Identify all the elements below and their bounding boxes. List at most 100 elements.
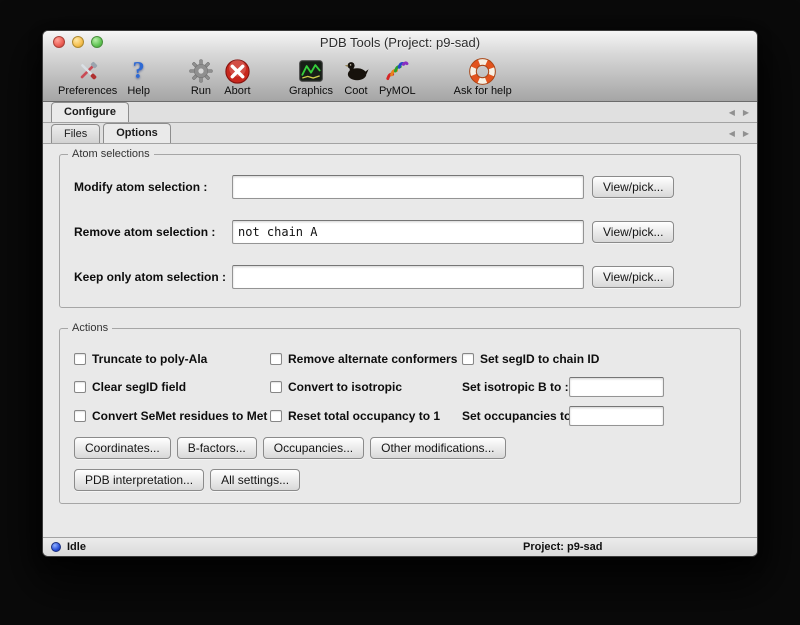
toolbar-button-help[interactable]: ? Help (122, 57, 155, 98)
tab-scroll-right-icon[interactable]: ▶ (743, 109, 749, 117)
b-factors-button[interactable]: B-factors... (177, 437, 257, 459)
tab-configure[interactable]: Configure (51, 102, 129, 122)
pdb-interpretation-button[interactable]: PDB interpretation... (74, 469, 204, 491)
checkbox-convert-semet-residues-to-met[interactable]: Convert SeMet residues to Met (74, 406, 270, 426)
pymol-ribbon-icon (384, 57, 410, 85)
checkbox-label: Clear segID field (92, 380, 186, 394)
atom-selections-group-title: Atom selections (68, 148, 154, 160)
tab-scroll-controls: ◀ ▶ (729, 109, 749, 122)
atom-selections-group: Atom selections Modify atom selection : … (59, 154, 741, 308)
keep-only-atom-selection-input[interactable] (232, 265, 584, 289)
actions-buttons-row-1: Coordinates... B-factors... Occupancies.… (74, 437, 726, 459)
actions-group-title: Actions (68, 322, 112, 334)
checkbox-box[interactable] (74, 410, 86, 422)
status-text: Idle (67, 541, 86, 553)
keep-only-atom-selection-label: Keep only atom selection : (74, 270, 232, 284)
toolbar-button-pymol[interactable]: PyMOL (374, 57, 421, 98)
project-label: Project: p9-sad (523, 541, 602, 553)
life-ring-icon (469, 57, 496, 85)
checkbox-label: Reset total occupancy to 1 (288, 409, 440, 423)
checkbox-label: Convert SeMet residues to Met (92, 409, 267, 423)
all-settings-button[interactable]: All settings... (210, 469, 300, 491)
secondary-tab-bar: Files Options ◀ ▶ (43, 123, 757, 144)
minimize-button[interactable] (72, 36, 84, 48)
title-bar[interactable]: PDB Tools (Project: p9-sad) (43, 31, 757, 53)
checkbox-box[interactable] (74, 353, 86, 365)
coordinates-button[interactable]: Coordinates... (74, 437, 171, 459)
checkbox-box[interactable] (74, 381, 86, 393)
toolbar-button-preferences[interactable]: Preferences (53, 57, 122, 98)
other-modifications-button[interactable]: Other modifications... (370, 437, 505, 459)
toolbar-button-run[interactable]: Run (183, 57, 219, 98)
tools-icon (75, 57, 101, 85)
remove-atom-selection-label: Remove atom selection : (74, 225, 232, 239)
tab-scroll-left-icon[interactable]: ◀ (729, 109, 735, 117)
remove-atom-selection-row: Remove atom selection : View/pick... (74, 220, 726, 244)
toolbar-label-run: Run (191, 85, 211, 98)
modify-atom-selection-input[interactable] (232, 175, 584, 199)
toolbar-button-ask-for-help[interactable]: Ask for help (449, 57, 517, 98)
coot-bird-icon (343, 57, 369, 85)
modify-atom-selection-row: Modify atom selection : View/pick... (74, 175, 726, 199)
tab-scroll-right-icon[interactable]: ▶ (743, 130, 749, 138)
close-button[interactable] (53, 36, 65, 48)
checkbox-label: Set segID to chain ID (480, 352, 599, 366)
checkbox-label: Remove alternate conformers (288, 352, 457, 366)
toolbar-button-coot[interactable]: Coot (338, 57, 374, 98)
checkbox-set-segid-to-chain-id[interactable]: Set segID to chain ID (462, 349, 726, 369)
keep-only-view-pick-button[interactable]: View/pick... (592, 266, 674, 288)
actions-buttons-row-2: PDB interpretation... All settings... (74, 469, 726, 491)
app-window: PDB Tools (Project: p9-sad) Preferences (42, 30, 758, 557)
toolbar-label-graphics: Graphics (289, 85, 333, 98)
help-icon: ? (133, 57, 145, 85)
window-title: PDB Tools (Project: p9-sad) (320, 35, 480, 50)
checkbox-reset-total-occupancy-to-1[interactable]: Reset total occupancy to 1 (270, 406, 462, 426)
primary-tab-bar: Configure ◀ ▶ (43, 102, 757, 123)
checkbox-box[interactable] (462, 353, 474, 365)
keep-only-atom-selection-row: Keep only atom selection : View/pick... (74, 265, 726, 289)
modify-atom-selection-label: Modify atom selection : (74, 180, 232, 194)
gear-icon (188, 57, 214, 85)
zoom-button[interactable] (91, 36, 103, 48)
set-occupancies-label: Set occupancies to : (462, 409, 569, 423)
remove-atom-selection-input[interactable] (232, 220, 584, 244)
checkbox-box[interactable] (270, 381, 282, 393)
toolbar-button-graphics[interactable]: Graphics (284, 57, 338, 98)
occupancies-button[interactable]: Occupancies... (263, 437, 364, 459)
checkbox-label: Convert to isotropic (288, 380, 402, 394)
checkbox-truncate-to-poly-ala[interactable]: Truncate to poly-Ala (74, 349, 270, 369)
tab-scroll-controls: ◀ ▶ (729, 130, 749, 143)
toolbar-label-pymol: PyMOL (379, 85, 416, 98)
tab-options[interactable]: Options (103, 123, 171, 143)
set-isotropic-b-label: Set isotropic B to : (462, 380, 569, 394)
toolbar-label-ask-for-help: Ask for help (454, 85, 512, 98)
checkbox-box[interactable] (270, 353, 282, 365)
checkbox-label: Truncate to poly-Ala (92, 352, 207, 366)
set-isotropic-b-field: Set isotropic B to : (462, 376, 726, 398)
toolbar-label-preferences: Preferences (58, 85, 117, 98)
status-bar: Idle Project: p9-sad (43, 537, 757, 556)
set-occupancies-field: Set occupancies to : (462, 405, 726, 427)
checkbox-clear-segid-field[interactable]: Clear segID field (74, 377, 270, 397)
window-controls (53, 36, 103, 48)
abort-icon (224, 57, 251, 85)
actions-grid: Truncate to poly-Ala Remove alternate co… (74, 349, 726, 427)
actions-group: Actions Truncate to poly-Ala Remove alte… (59, 328, 741, 504)
toolbar-label-abort: Abort (224, 85, 250, 98)
checkbox-convert-to-isotropic[interactable]: Convert to isotropic (270, 377, 462, 397)
set-isotropic-b-input[interactable] (569, 377, 664, 397)
set-occupancies-input[interactable] (569, 406, 664, 426)
checkbox-remove-alternate-conformers[interactable]: Remove alternate conformers (270, 349, 462, 369)
graphics-icon (298, 57, 324, 85)
toolbar-button-abort[interactable]: Abort (219, 57, 256, 98)
tab-scroll-left-icon[interactable]: ◀ (729, 130, 735, 138)
toolbar: Preferences ? Help (43, 53, 757, 102)
status-indicator-icon (51, 542, 61, 552)
toolbar-label-coot: Coot (344, 85, 367, 98)
toolbar-label-help: Help (127, 85, 150, 98)
remove-view-pick-button[interactable]: View/pick... (592, 221, 674, 243)
checkbox-box[interactable] (270, 410, 282, 422)
modify-view-pick-button[interactable]: View/pick... (592, 176, 674, 198)
help-glyph: ? (133, 58, 145, 84)
tab-files[interactable]: Files (51, 124, 100, 143)
